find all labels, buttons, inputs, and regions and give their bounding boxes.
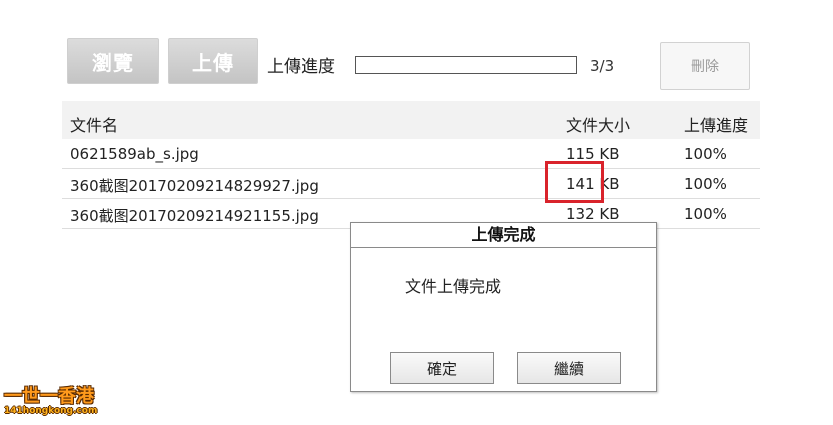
upload-button[interactable]: 上傳 bbox=[168, 38, 258, 84]
upload-progress-fill bbox=[356, 57, 576, 73]
table-row[interactable]: 360截图20170209214829927.jpg 141 KB 100% bbox=[62, 169, 760, 199]
upload-progress-bar bbox=[355, 56, 577, 74]
file-size: 132 KB bbox=[566, 205, 620, 223]
header-filename: 文件名 bbox=[70, 116, 119, 135]
table-row[interactable]: 0621589ab_s.jpg 115 KB 100% bbox=[62, 139, 760, 169]
table-header: 文件名 文件大小 上傳進度 bbox=[62, 101, 760, 139]
file-name: 360截图20170209214921155.jpg bbox=[70, 207, 319, 225]
upload-complete-dialog: 上傳完成 文件上傳完成 確定 繼續 bbox=[350, 222, 657, 392]
header-progress: 上傳進度 bbox=[684, 116, 749, 135]
header-filesize: 文件大小 bbox=[566, 116, 631, 135]
file-name: 360截图20170209214829927.jpg bbox=[70, 177, 319, 195]
watermark-text: 一世一香港 bbox=[4, 386, 94, 407]
progress-count: 3/3 bbox=[590, 57, 615, 75]
dialog-message: 文件上傳完成 bbox=[405, 277, 502, 296]
ok-button[interactable]: 確定 bbox=[390, 352, 494, 384]
file-progress: 100% bbox=[684, 205, 727, 223]
progress-label: 上傳進度 bbox=[267, 57, 335, 77]
dialog-title: 上傳完成 bbox=[351, 223, 656, 248]
file-table: 文件名 文件大小 上傳進度 0621589ab_s.jpg 115 KB 100… bbox=[62, 101, 760, 229]
continue-button[interactable]: 繼續 bbox=[517, 352, 621, 384]
file-progress: 100% bbox=[684, 145, 727, 163]
file-name: 0621589ab_s.jpg bbox=[70, 145, 199, 163]
browse-button[interactable]: 瀏覽 bbox=[67, 38, 159, 84]
watermark-url: 141hongkong.com bbox=[4, 406, 98, 416]
file-progress: 100% bbox=[684, 175, 727, 193]
delete-button[interactable]: 刪除 bbox=[660, 42, 750, 90]
watermark-logo: 一世一香港 141hongkong.com bbox=[4, 382, 97, 416]
highlight-box bbox=[545, 161, 604, 203]
